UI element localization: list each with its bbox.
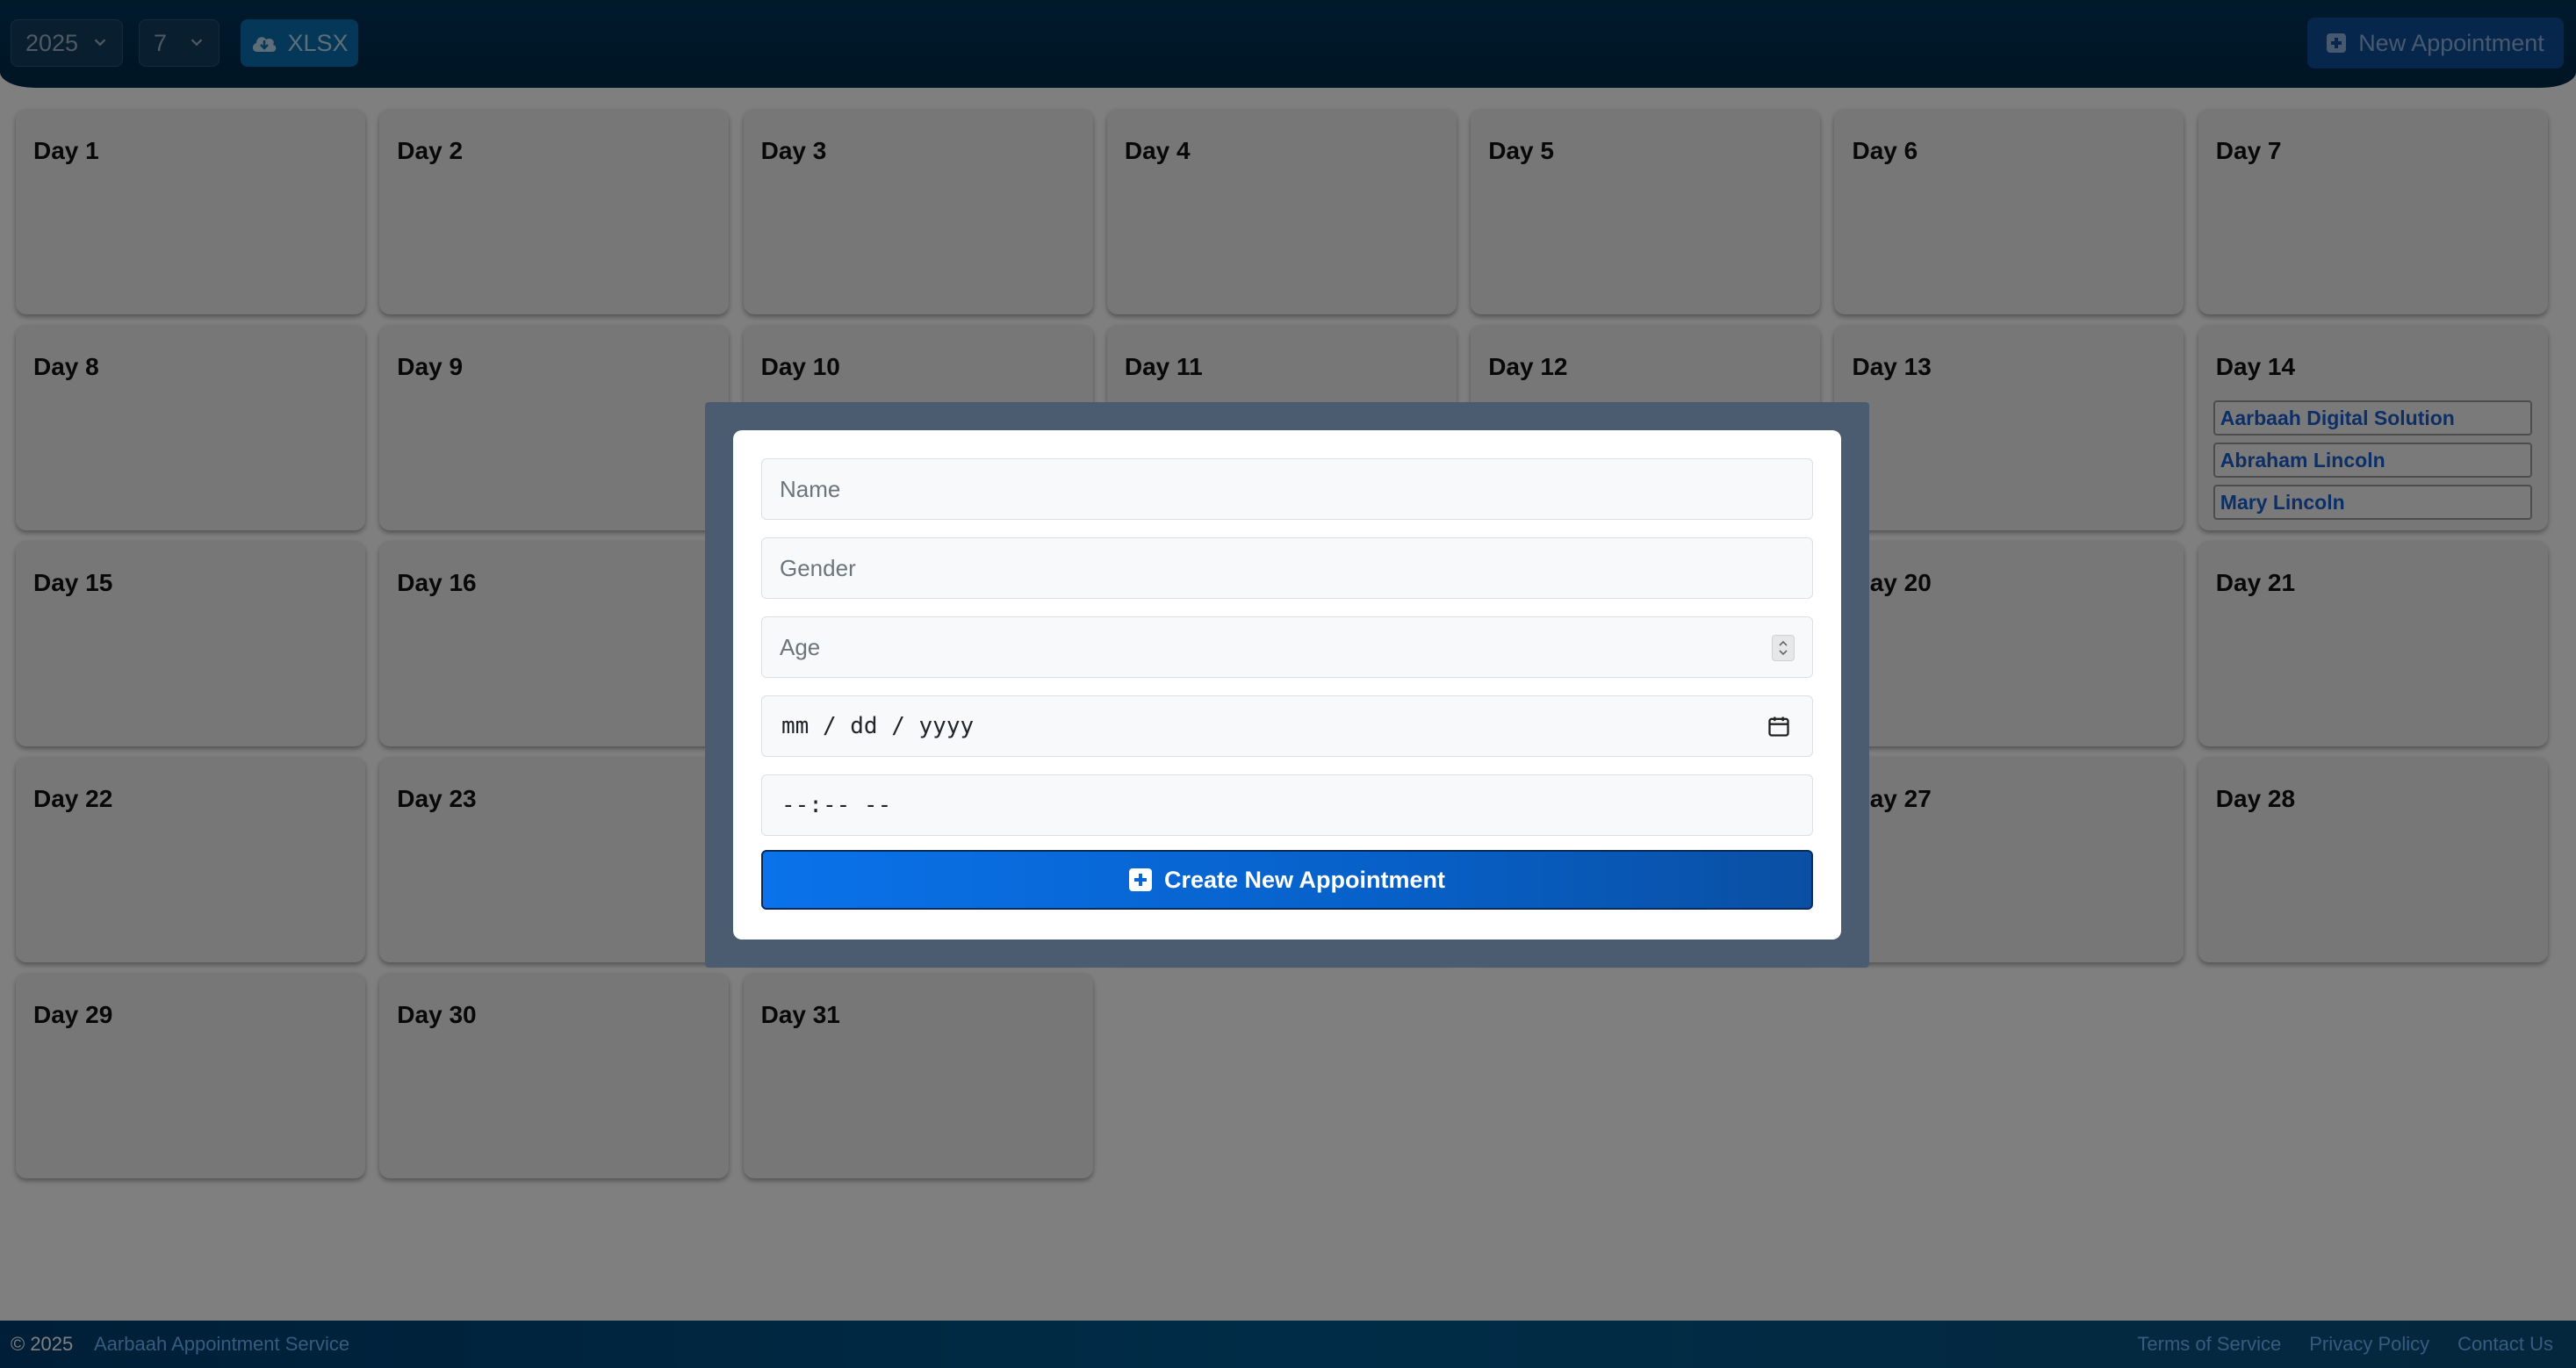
create-appointment-label: Create New Appointment — [1163, 866, 1446, 893]
stepper-icon[interactable] — [1772, 635, 1795, 661]
date-placeholder: mm / dd / yyyy — [781, 713, 975, 739]
age-placeholder: Age — [780, 633, 821, 660]
name-placeholder: Name — [780, 475, 841, 502]
age-input[interactable]: Age — [761, 616, 1813, 678]
create-appointment-button[interactable]: Create New Appointment — [761, 850, 1813, 910]
name-input[interactable]: Name — [761, 458, 1813, 520]
time-input[interactable]: --:-- -- — [761, 774, 1813, 836]
gender-placeholder: Gender — [780, 554, 856, 581]
date-input[interactable]: mm / dd / yyyy — [761, 695, 1813, 757]
time-placeholder: --:-- -- — [781, 792, 892, 818]
calendar-icon[interactable] — [1767, 714, 1791, 738]
gender-input[interactable]: Gender — [761, 537, 1813, 599]
plus-square-icon — [1128, 868, 1152, 891]
new-appointment-modal: Name Gender Age mm / dd / yyyy --:-- -- … — [733, 430, 1841, 940]
